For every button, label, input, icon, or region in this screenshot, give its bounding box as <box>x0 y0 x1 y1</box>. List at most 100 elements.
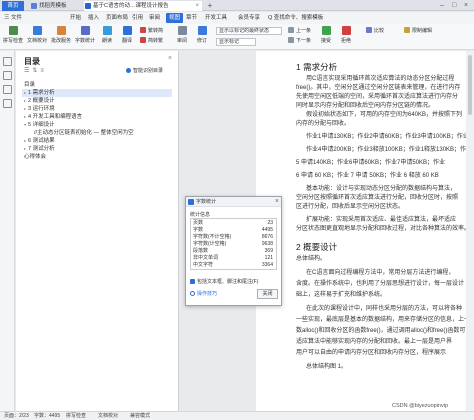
toc-item[interactable]: ▸ 6 测试结果 <box>24 137 55 145</box>
restrict-edit-button[interactable]: 限制编辑 <box>404 27 432 35</box>
reject-button[interactable]: 拒绝 <box>338 26 354 44</box>
toc-subitem[interactable]: //主动态分区链表初始化 — 整体空闲为空 <box>34 129 134 137</box>
read-aloud-button[interactable]: 朗读 <box>99 26 115 44</box>
compare-icon <box>366 27 372 33</box>
expand-icon[interactable]: ▸ <box>24 114 26 119</box>
toc-item[interactable]: ▸ 7 测试分析 <box>24 145 55 153</box>
page-indicator[interactable]: 页面：2/23 <box>4 413 29 420</box>
track-changes-button[interactable]: 修订 <box>194 26 210 44</box>
menu-references[interactable]: 引用 <box>132 13 143 23</box>
expand-icon[interactable]: ▸ <box>24 98 26 103</box>
spell-check-button[interactable]: 拼写检查 <box>3 26 23 44</box>
tips-link[interactable]: 操作技巧 <box>190 290 217 297</box>
close-icon[interactable]: × <box>275 197 279 207</box>
toc-item-label: 2 概要设计 <box>28 98 55 104</box>
translate-button[interactable]: 翻译 <box>119 26 135 44</box>
smart-toc-label: 智能识别目录 <box>133 68 164 74</box>
smart-toc-button[interactable]: 智能识别目录 <box>126 67 163 74</box>
expand-icon[interactable]: ▸ <box>24 146 26 151</box>
paragraph-line: 在此次的课程设计中，同样也采用分层的方法，可以将各种 <box>306 306 463 312</box>
proofread-status[interactable]: 文档校对 <box>98 413 118 420</box>
expand-icon[interactable]: ▸ <box>24 90 26 95</box>
stat-name: 字数 <box>193 227 204 233</box>
close-tab-icon[interactable]: × <box>195 1 199 11</box>
include-textbox-checkbox[interactable]: 包括文本框、脚注和尾注(F) <box>190 278 258 285</box>
search-panel-icon[interactable] <box>3 99 12 108</box>
expand-icon[interactable]: ▸ <box>24 106 26 111</box>
thumbnail-icon[interactable] <box>3 71 12 80</box>
menu-layout[interactable]: 页面布局 <box>106 13 128 23</box>
toc-item-label: 1 需求分析 <box>28 90 55 96</box>
prev-change-button[interactable]: 上一条 <box>288 27 311 35</box>
trad-to-simp-button[interactable]: 繁转简 <box>140 27 163 35</box>
tab-template[interactable]: 找稻壳模板 <box>30 1 78 11</box>
menu-chapter[interactable]: 章节 <box>186 13 197 23</box>
collapse-icon[interactable]: ▾ <box>24 122 26 127</box>
stats-row: 中文字符 3364 <box>191 262 276 269</box>
toc-item[interactable]: 心得体会 <box>24 153 46 161</box>
toc-item-label: 3 运行环境 <box>28 106 55 112</box>
simp-to-trad-button[interactable]: 简转繁 <box>140 37 163 45</box>
bookmark-icon[interactable] <box>3 85 12 94</box>
dialog-title-bar[interactable]: 字数统计 × <box>186 197 281 207</box>
translate-label: 翻译 <box>121 38 132 44</box>
tab-template-label: 找稻壳模板 <box>39 3 67 9</box>
toc-panel-icon[interactable] <box>3 57 12 66</box>
toc-item[interactable]: ▸ 4 开发工具和编程语言 <box>24 113 82 121</box>
proofread-button[interactable]: 文档校对 <box>27 26 47 44</box>
compare-button[interactable]: 比较 <box>366 27 384 35</box>
review-button[interactable]: 审阅 <box>174 26 190 44</box>
toc-item[interactable]: ▾ 5 详细设计 <box>24 121 55 129</box>
word-count-dialog: 字数统计 × 统计信息 页数 23 字数 4495 字符数(不计空格) 8676 字符… <box>185 196 282 306</box>
next-change-button[interactable]: 下一条 <box>288 37 311 45</box>
menu-member[interactable]: 会员专享 <box>238 13 260 23</box>
paragraph-line: 区进行分配，回收后显示空闲分区状态。 <box>296 204 405 210</box>
stat-value: 3364 <box>261 262 273 268</box>
toc-toolbar[interactable]: ☰⇅≡ <box>24 67 47 74</box>
stats-table: 页数 23 字数 4495 字符数(不计空格) 8676 字符数(计空格) 9638 段… <box>190 218 277 270</box>
menu-view[interactable]: 视图 <box>166 13 184 23</box>
accept-button[interactable]: 接受 <box>318 26 334 44</box>
toc-item-selected[interactable]: ▸ 1 需求分析 <box>22 89 172 97</box>
tab-document[interactable]: 基于C语言的动…课程设计报告 × <box>84 1 202 11</box>
track-changes-label: 修订 <box>196 38 207 44</box>
paragraph-line: 分区状态图更直观地显示分配和回收过程，对比各种算法的效率。 <box>296 226 471 232</box>
tips-icon <box>190 291 195 296</box>
menu-file[interactable]: 三 文件 <box>4 13 22 23</box>
maximize-icon[interactable]: □ <box>452 1 456 10</box>
toc-item[interactable]: 目录 <box>24 81 35 89</box>
minimize-icon[interactable]: – <box>440 1 444 10</box>
new-tab-icon[interactable]: + <box>205 1 215 11</box>
dialog-title: 字数统计 <box>196 199 217 205</box>
show-markup-select[interactable]: 显示标记 <box>216 38 256 46</box>
word-count-button[interactable]: 字数统计 <box>75 26 95 44</box>
markup-display-select[interactable]: 显示以标记的最终状态 <box>216 27 282 35</box>
checkbox-checked-icon <box>190 279 195 284</box>
close-window-icon[interactable]: × <box>464 1 468 10</box>
menu-home[interactable]: 开始 <box>70 13 81 23</box>
menu-dev-tools[interactable]: 开发工具 <box>205 13 227 23</box>
document-page[interactable]: 1 需求分析 用C语言实现采用循环首次适应算法的动态分区分配过程 free()。… <box>256 51 474 411</box>
compare-label: 比较 <box>374 28 385 34</box>
ai-icon <box>126 68 131 73</box>
close-panel-icon[interactable]: × <box>168 55 172 62</box>
restrict-edit-label: 限制编辑 <box>412 28 433 34</box>
toc-title: 目录 <box>24 57 40 66</box>
menu-insert[interactable]: 插入 <box>88 13 99 23</box>
command-search[interactable]: Q 查找命令、搜索模板 <box>268 13 323 23</box>
menu-review[interactable]: 审阅 <box>149 13 160 23</box>
vertical-scrollbar[interactable] <box>466 51 474 411</box>
expand-icon[interactable]: ▸ <box>24 138 26 143</box>
close-button[interactable]: 关闭 <box>257 289 278 299</box>
tab-home[interactable]: 首页 <box>2 1 24 11</box>
compat-mode-status: 兼容模式 <box>130 413 151 419</box>
toc-panel: 目录 × ☰⇅≡ 智能识别目录 目录 ▸ 1 需求分析 ▸ 2 概要设计 ▸ 3 运行… <box>16 51 179 411</box>
scroll-thumb[interactable] <box>468 55 472 115</box>
correction-service-button[interactable]: 批改服务 <box>51 26 71 44</box>
paragraph-line: 础上，这样易于扩充和维护系统。 <box>296 292 387 298</box>
toc-item-label: 4 开发工具和编程语言 <box>28 114 83 120</box>
word-count-status[interactable]: 字数：4495 <box>34 413 60 420</box>
spell-check-status[interactable]: 拼写检查 <box>66 413 86 420</box>
toc-item[interactable]: ▸ 3 运行环境 <box>24 105 55 113</box>
toc-item[interactable]: ▸ 2 概要设计 <box>24 97 55 105</box>
